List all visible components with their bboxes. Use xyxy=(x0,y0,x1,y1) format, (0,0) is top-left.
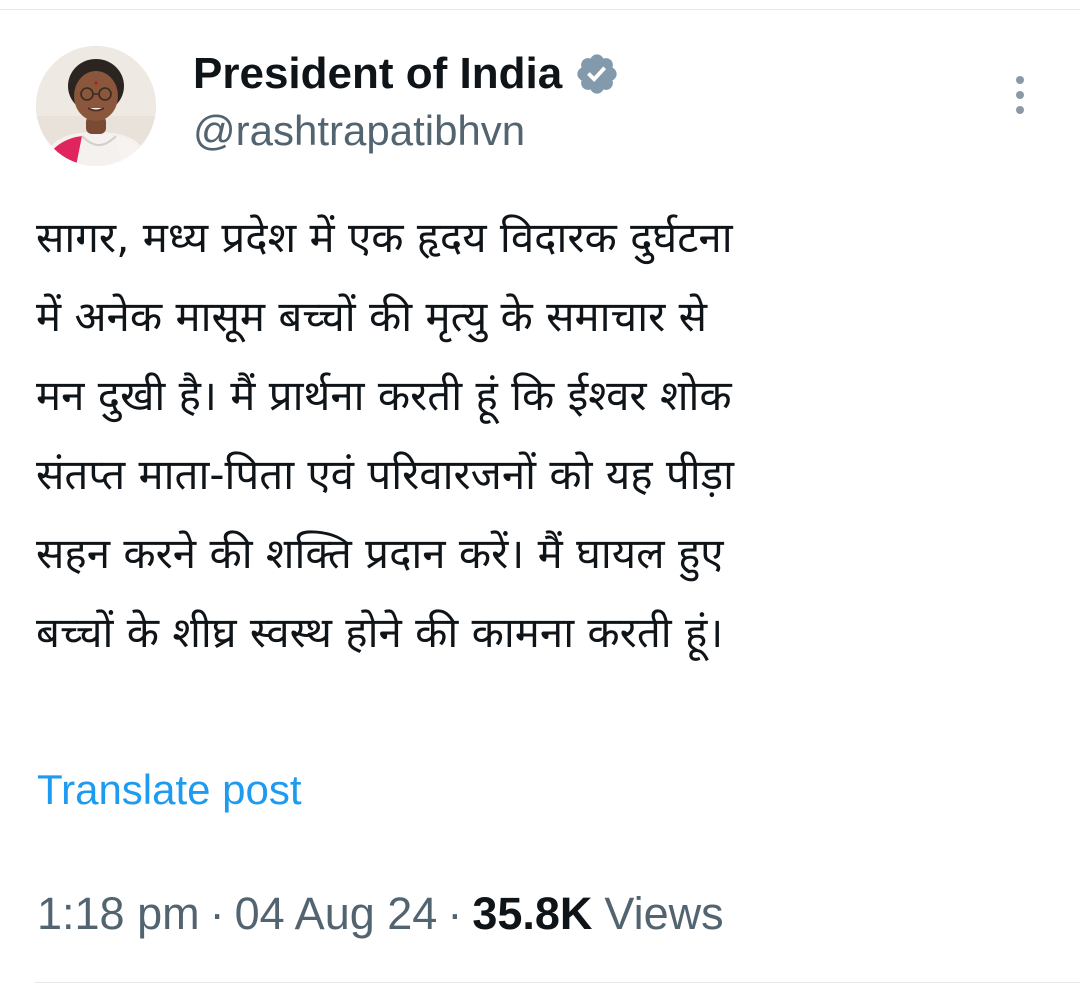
post-time[interactable]: 1:18 pm xyxy=(37,888,200,940)
avatar[interactable] xyxy=(36,46,156,166)
post-text-line: सहन करने की शक्ति प्रदान करें। मैं घायल … xyxy=(36,529,724,578)
meta-separator: · xyxy=(447,888,463,939)
post-date[interactable]: 04 Aug 24 xyxy=(235,888,438,940)
more-dot xyxy=(1016,91,1024,99)
meta-separator: · xyxy=(209,888,225,939)
profile-photo-icon xyxy=(36,46,156,166)
more-vertical-icon xyxy=(1016,76,1024,84)
verified-badge-icon[interactable] xyxy=(574,51,620,97)
more-options-button[interactable] xyxy=(1004,70,1036,120)
post-text-line: में अनेक मासूम बच्चों की मृत्यु के समाचा… xyxy=(36,292,707,341)
post-text-line: बच्चों के शीघ्र स्वस्थ होने की कामना करत… xyxy=(36,608,724,657)
author-name-row: President of India xyxy=(193,44,620,104)
post-text-line: मन दुखी है। मैं प्रार्थना करती हूं कि ईश… xyxy=(36,371,732,420)
post-text: सागर, मध्य प्रदेश में एक हृदय विदारक दुर… xyxy=(36,198,1046,672)
top-divider xyxy=(0,9,1080,10)
more-dot xyxy=(1016,106,1024,114)
translate-post-link[interactable]: Translate post xyxy=(37,766,302,814)
bottom-divider xyxy=(35,982,1080,983)
author-handle[interactable]: @rashtrapatibhvn xyxy=(193,107,525,155)
post-text-line: सागर, मध्य प्रदेश में एक हृदय विदारक दुर… xyxy=(36,213,733,262)
post-meta: 1:18 pm · 04 Aug 24 · 35.8K Views xyxy=(37,888,724,940)
views-label: Views xyxy=(604,888,724,939)
author-display-name[interactable]: President of India xyxy=(193,49,562,99)
post-text-line: संतप्त माता-पिता एवं परिवारजनों को यह पी… xyxy=(36,450,734,499)
views-count: 35.8K xyxy=(472,888,593,939)
